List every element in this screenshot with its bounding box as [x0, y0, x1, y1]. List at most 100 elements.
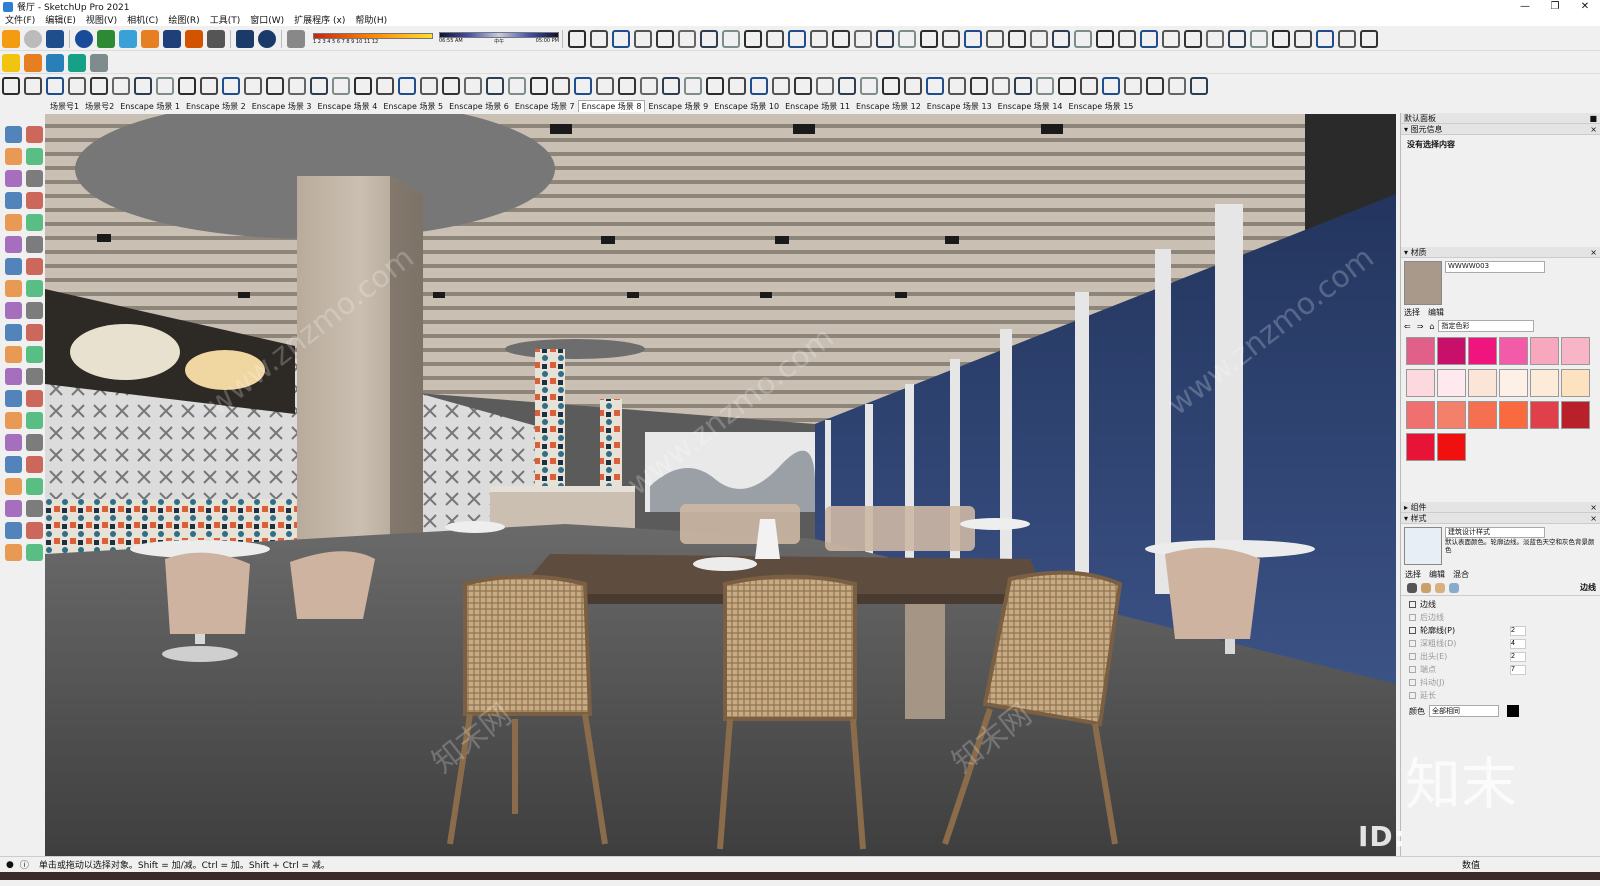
view-tool-icon[interactable]	[612, 29, 630, 48]
checkbox[interactable]	[1409, 666, 1416, 673]
drawing-tool-icon[interactable]	[5, 280, 22, 297]
tree-icon[interactable]	[97, 29, 115, 48]
view-tool-icon[interactable]	[854, 29, 872, 48]
house-icon[interactable]	[141, 29, 159, 48]
drawing-tool-icon[interactable]	[26, 522, 43, 539]
view-tool-icon[interactable]	[942, 29, 960, 48]
color-swatch[interactable]	[1468, 401, 1497, 429]
extension-tool-icon[interactable]	[332, 77, 350, 95]
extension-tool-icon[interactable]	[222, 77, 240, 95]
scene-tab[interactable]: Enscape 场景 11	[782, 101, 853, 112]
color-swatch[interactable]	[1530, 369, 1559, 397]
scene-tab[interactable]: Enscape 场景 8	[577, 100, 646, 112]
scene-tab[interactable]: Enscape 场景 6	[446, 101, 512, 112]
pattern-icon[interactable]	[163, 29, 181, 48]
drawing-tool-icon[interactable]	[26, 478, 43, 495]
extension-tool-icon[interactable]	[24, 77, 42, 95]
view-tool-icon[interactable]	[1184, 29, 1202, 48]
view-tool-icon[interactable]	[678, 29, 696, 48]
extension-tool-icon[interactable]	[926, 77, 944, 95]
extension-tool-icon[interactable]	[266, 77, 284, 95]
extension-tool-icon[interactable]	[596, 77, 614, 95]
extension-tool-icon[interactable]	[420, 77, 438, 95]
menu-camera[interactable]: 相机(C)	[122, 13, 163, 26]
watermark-settings-icon[interactable]	[1449, 582, 1459, 593]
scene-tab[interactable]: 场景号2	[82, 101, 117, 112]
user-icon[interactable]	[90, 53, 108, 72]
color-swatch[interactable]	[1437, 369, 1466, 397]
extension-tool-icon[interactable]	[1102, 77, 1120, 95]
extension-tool-icon[interactable]	[750, 77, 768, 95]
extension-tool-icon[interactable]	[1190, 77, 1208, 95]
extension-tool-icon[interactable]	[970, 77, 988, 95]
material-name-field[interactable]: WWWW003	[1445, 261, 1545, 273]
home-icon[interactable]: ⌂	[1429, 322, 1434, 331]
color-swatch[interactable]	[1499, 401, 1528, 429]
3d-viewport[interactable]: www.znzmo.com www.znzmo.com www.znzmo.co…	[45, 114, 1396, 856]
view-tool-icon[interactable]	[1096, 29, 1114, 48]
mail-icon[interactable]	[236, 29, 254, 48]
menu-file[interactable]: 文件(F)	[0, 13, 40, 26]
extension-tool-icon[interactable]	[552, 77, 570, 95]
view-tool-icon[interactable]	[1338, 29, 1356, 48]
extension-tool-icon[interactable]	[398, 77, 416, 95]
view-tool-icon[interactable]	[1118, 29, 1136, 48]
scene-tab[interactable]: Enscape 场景 9	[645, 101, 711, 112]
edge-option[interactable]: 出头(E)	[1401, 650, 1600, 663]
extension-tool-icon[interactable]	[288, 77, 306, 95]
extension-tool-icon[interactable]	[508, 77, 526, 95]
edge-option-value[interactable]	[1510, 638, 1526, 649]
color-swatch[interactable]	[1468, 337, 1497, 365]
edge-option[interactable]: 后边线	[1401, 611, 1600, 624]
color-swatch[interactable]	[1499, 337, 1528, 365]
close-icon[interactable]: ×	[1590, 248, 1597, 257]
checkbox[interactable]	[1409, 614, 1416, 621]
extension-tool-icon[interactable]	[706, 77, 724, 95]
view-tool-icon[interactable]	[1030, 29, 1048, 48]
color-swatch[interactable]	[1530, 401, 1559, 429]
extension-tool-icon[interactable]	[728, 77, 746, 95]
drawing-tool-icon[interactable]	[26, 192, 43, 209]
extension-tool-icon[interactable]	[178, 77, 196, 95]
drawing-tool-icon[interactable]	[5, 258, 22, 275]
extension-tool-icon[interactable]	[948, 77, 966, 95]
extension-tool-icon[interactable]	[1168, 77, 1186, 95]
extension-tool-icon[interactable]	[1124, 77, 1142, 95]
view-tool-icon[interactable]	[832, 29, 850, 48]
drawing-tool-icon[interactable]	[26, 170, 43, 187]
components-header[interactable]: ▸ 组件 ×	[1401, 502, 1600, 513]
move-icon[interactable]	[46, 53, 64, 72]
edge-option[interactable]: 边线	[1401, 598, 1600, 611]
extension-tool-icon[interactable]	[134, 77, 152, 95]
drawing-tool-icon[interactable]	[26, 500, 43, 517]
extension-tool-icon[interactable]	[684, 77, 702, 95]
color-swatch[interactable]	[1406, 433, 1435, 461]
color-swatch[interactable]	[1468, 369, 1497, 397]
forward-arrow-icon[interactable]: ⇒	[1417, 322, 1424, 331]
scene-tab[interactable]: Enscape 场景 12	[853, 101, 924, 112]
face-settings-icon[interactable]	[1421, 582, 1431, 593]
extension-tool-icon[interactable]	[1058, 77, 1076, 95]
edge-option-value[interactable]	[1510, 625, 1526, 636]
scene-tab[interactable]: Enscape 场景 4	[315, 101, 381, 112]
info-icon[interactable]	[258, 29, 276, 48]
view-tool-icon[interactable]	[898, 29, 916, 48]
view-tool-icon[interactable]	[964, 29, 982, 48]
menu-edit[interactable]: 编辑(E)	[40, 13, 81, 26]
scene-tab[interactable]: Enscape 场景 14	[995, 101, 1066, 112]
extension-tool-icon[interactable]	[618, 77, 636, 95]
extension-tool-icon[interactable]	[904, 77, 922, 95]
color-swatch[interactable]	[1499, 369, 1528, 397]
color-swatch[interactable]	[1406, 401, 1435, 429]
extension-tool-icon[interactable]	[486, 77, 504, 95]
edge-option[interactable]: 端点	[1401, 663, 1600, 676]
view-tool-icon[interactable]	[656, 29, 674, 48]
extension-tool-icon[interactable]	[1080, 77, 1098, 95]
view-tool-icon[interactable]	[1272, 29, 1290, 48]
extension-tool-icon[interactable]	[530, 77, 548, 95]
extension-tool-icon[interactable]	[244, 77, 262, 95]
drawing-tool-icon[interactable]	[5, 236, 22, 253]
extension-tool-icon[interactable]	[200, 77, 218, 95]
drawing-tool-icon[interactable]	[5, 544, 22, 561]
scene-tab[interactable]: Enscape 场景 7	[512, 101, 578, 112]
